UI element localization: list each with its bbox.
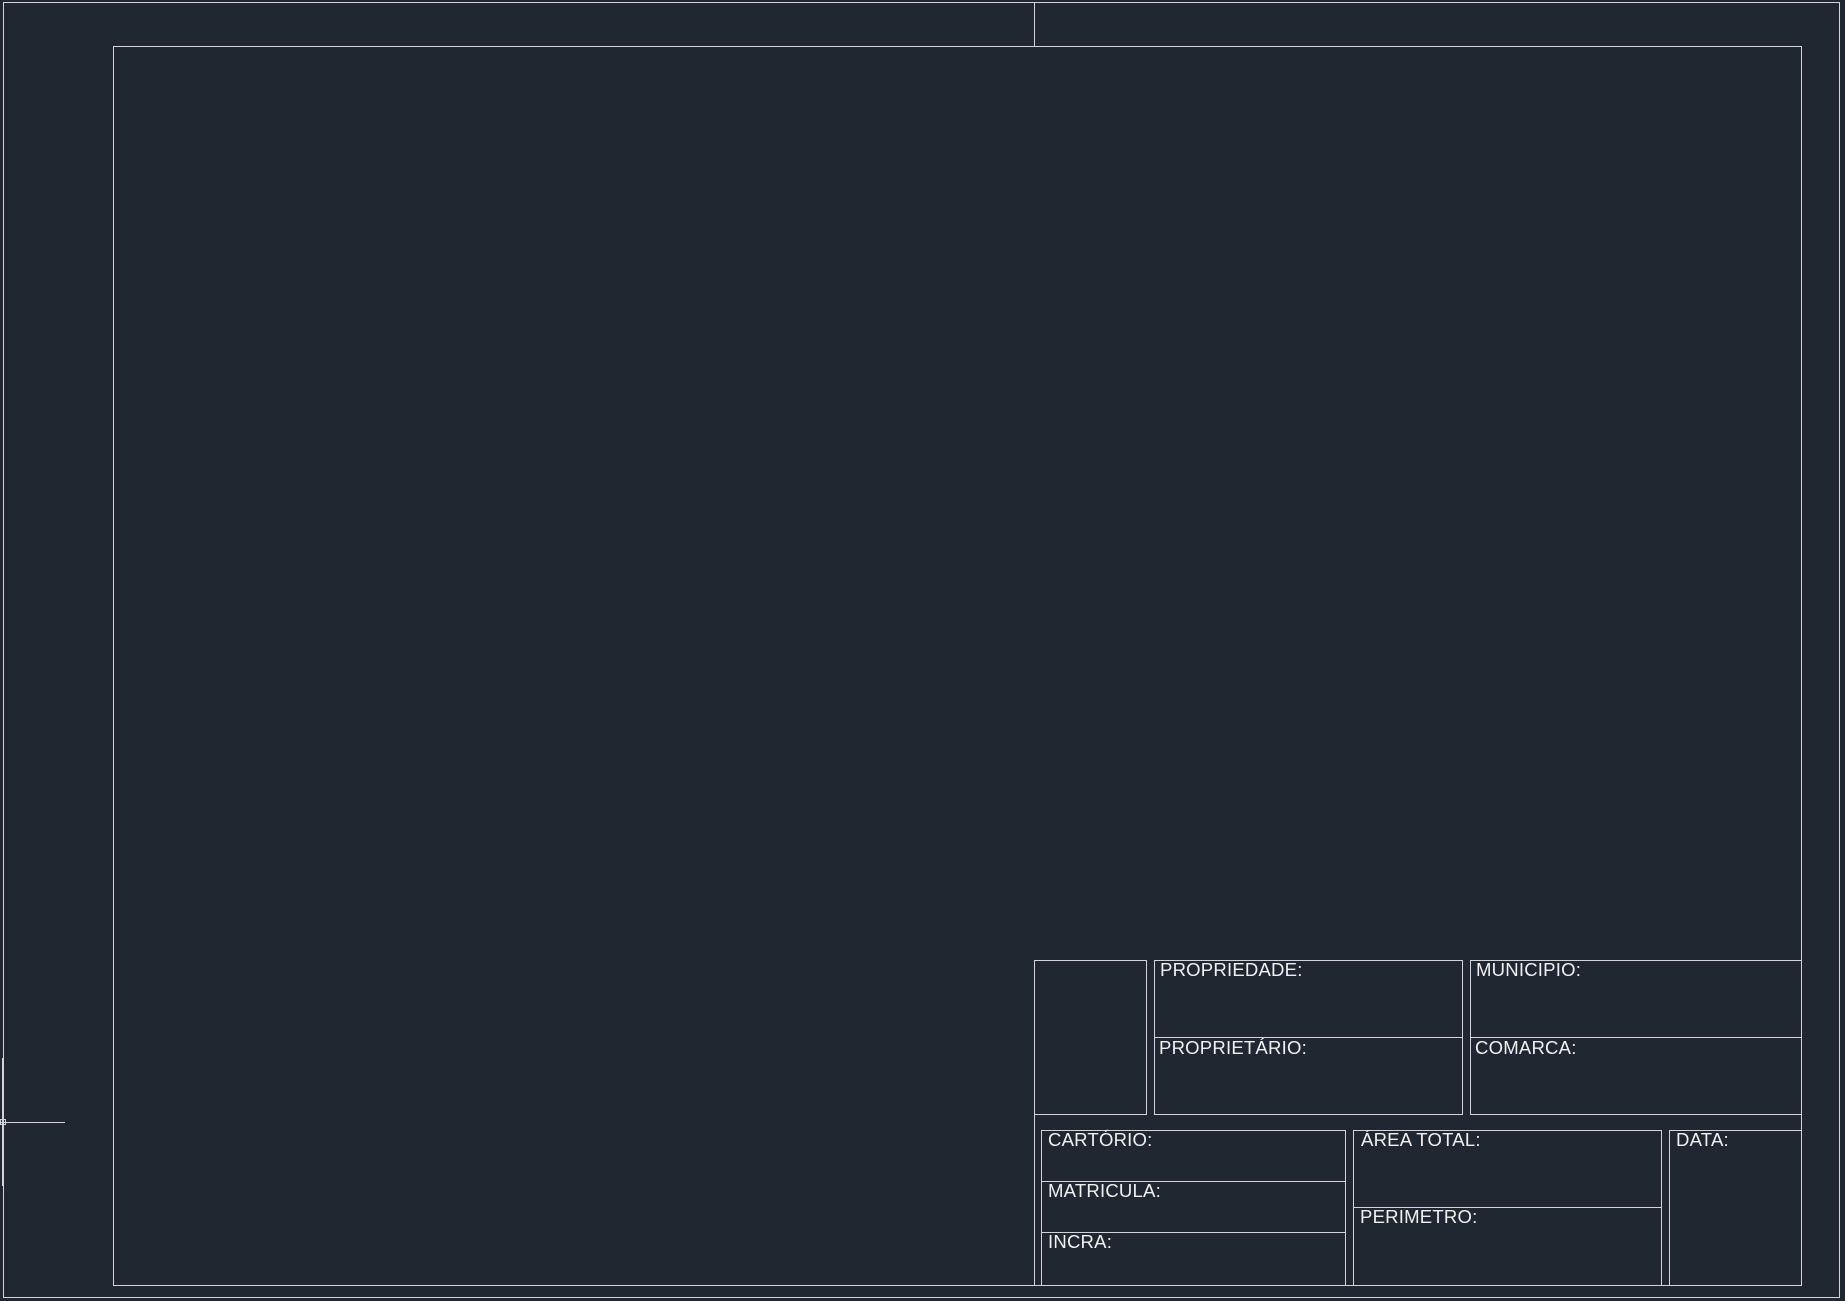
comarca-label: COMARCA: <box>1475 1038 1577 1058</box>
top-center-tick <box>1034 2 1035 46</box>
incra-label: INCRA: <box>1048 1232 1113 1252</box>
crosshair-horizontal <box>0 1122 65 1123</box>
cad-drawing-canvas[interactable]: PROPRIEDADE: PROPRIETÁRIO: MUNICIPIO: CO… <box>0 0 1845 1301</box>
matricula-label: MATRICULA: <box>1048 1181 1161 1201</box>
crosshair-pickbox <box>0 1119 6 1125</box>
data-label: DATA: <box>1676 1130 1729 1150</box>
municipio-label: MUNICIPIO: <box>1476 960 1582 980</box>
cartorio-label: CARTÓRIO: <box>1048 1130 1153 1150</box>
proprietario-label: PROPRIETÁRIO: <box>1159 1038 1307 1058</box>
logo-box <box>1034 960 1147 1115</box>
area-total-label: ÁREA TOTAL: <box>1361 1130 1481 1150</box>
propriedade-label: PROPRIEDADE: <box>1160 960 1303 980</box>
data-box <box>1669 1130 1802 1286</box>
cartorio-box <box>1041 1130 1346 1286</box>
perimetro-label: PERIMETRO: <box>1360 1207 1478 1227</box>
